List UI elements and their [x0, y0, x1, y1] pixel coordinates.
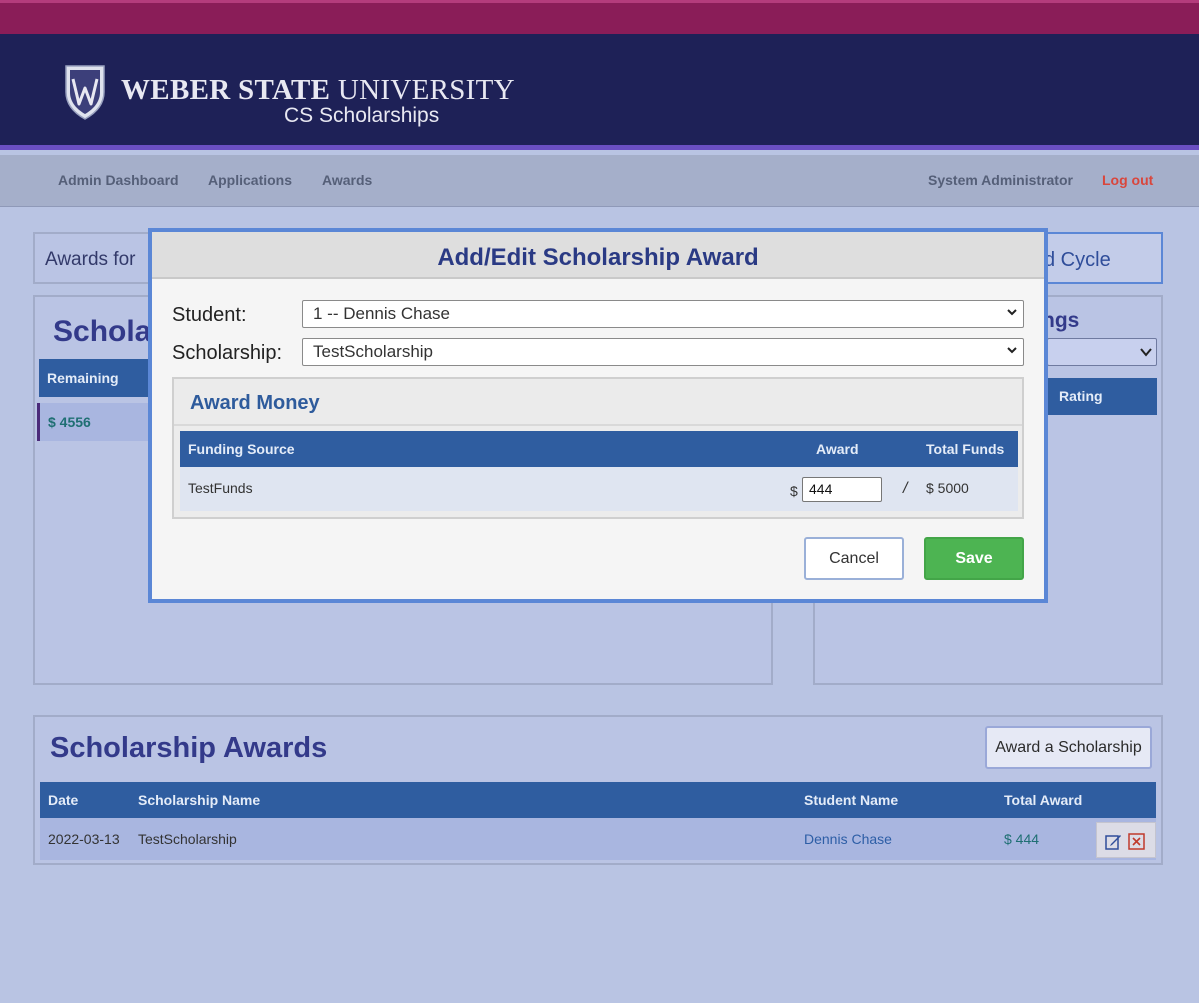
wsu-shield-logo-icon [65, 65, 105, 120]
main-navbar: Admin Dashboard Applications Awards Syst… [0, 155, 1199, 207]
award-separator: / [903, 480, 908, 497]
award-amount-value: 444 [809, 481, 833, 497]
nav-awards[interactable]: Awards [322, 172, 372, 188]
awards-for-bar: Awards for [33, 232, 163, 284]
row-actions [1096, 822, 1156, 858]
remaining-cell: $ 4556 [37, 403, 150, 441]
chevron-down-icon [1007, 309, 1017, 316]
nav-applications[interactable]: Applications [208, 172, 292, 188]
university-name: WEBER STATE UNIVERSITY [121, 74, 515, 106]
award-amount-input[interactable]: 444 [802, 477, 882, 502]
funding-table-header: Funding Source Award Total Funds [180, 431, 1018, 467]
col-date: Date [48, 792, 79, 808]
awards-table-header: Date Scholarship Name Student Name Total… [40, 782, 1156, 818]
col-student-name: Student Name [804, 792, 899, 808]
ratings-select[interactable] [1047, 338, 1157, 366]
col-funding-source: Funding Source [188, 441, 295, 457]
funding-source-name: TestFunds [188, 480, 253, 496]
student-select-value: 1 -- Dennis Chase [313, 304, 451, 323]
col-award: Award [816, 441, 859, 457]
edit-icon[interactable] [1105, 833, 1122, 850]
scholarship-label: Scholarship: [172, 342, 283, 364]
save-button[interactable]: Save [924, 537, 1024, 580]
col-total-funds: Total Funds [926, 441, 1005, 457]
award-cycle-button[interactable]: d Cycle [1040, 232, 1163, 284]
chevron-down-icon [1007, 347, 1017, 354]
site-header: WEBER STATE UNIVERSITY CS Scholarships [0, 34, 1199, 150]
cancel-button[interactable]: Cancel [804, 537, 904, 580]
award-money-title: Award Money [190, 392, 320, 414]
total-funds-value: $ 5000 [926, 480, 969, 496]
table-row: 2022-03-13 TestScholarship Dennis Chase … [40, 818, 1156, 860]
award-student-link[interactable]: Dennis Chase [804, 831, 892, 847]
awards-for-label: Awards for [45, 249, 136, 270]
award-currency-symbol: $ [790, 483, 798, 499]
award-edit-modal: Add/Edit Scholarship Award Student: 1 --… [148, 228, 1048, 603]
remaining-column-header: Remaining [39, 359, 150, 397]
student-select[interactable]: 1 -- Dennis Chase [302, 300, 1024, 328]
modal-title-bar: Add/Edit Scholarship Award [152, 232, 1044, 279]
award-a-scholarship-button[interactable]: Award a Scholarship [985, 726, 1152, 769]
funding-row: TestFunds $ 444 / $ 5000 [180, 467, 1018, 511]
award-cycle-label: d Cycle [1044, 249, 1111, 271]
award-scholarship-name: TestScholarship [138, 831, 237, 847]
student-label: Student: [172, 304, 247, 326]
col-total-award: Total Award [1004, 792, 1083, 808]
nav-user-name[interactable]: System Administrator [928, 172, 1073, 188]
award-money-header: Award Money [174, 379, 1022, 426]
scholarship-select[interactable]: TestScholarship [302, 338, 1024, 366]
scholarship-select-value: TestScholarship [313, 342, 434, 361]
chevron-down-icon [1140, 348, 1152, 357]
award-total: $ 444 [1004, 831, 1040, 847]
delete-icon[interactable] [1128, 833, 1145, 850]
logout-link[interactable]: Log out [1102, 172, 1153, 188]
top-accent-strip [0, 0, 1199, 34]
scholarship-awards-heading: Scholarship Awards [50, 732, 328, 764]
rating-column-header: Rating [1047, 378, 1157, 415]
site-subtitle: CS Scholarships [284, 104, 440, 127]
modal-title: Add/Edit Scholarship Award [437, 244, 759, 271]
nav-admin-dashboard[interactable]: Admin Dashboard [58, 172, 179, 188]
award-money-panel: Award Money Funding Source Award Total F… [172, 377, 1024, 519]
col-scholarship-name: Scholarship Name [138, 792, 261, 808]
scholarships-heading: Scholar [53, 315, 164, 348]
award-date: 2022-03-13 [48, 831, 120, 847]
